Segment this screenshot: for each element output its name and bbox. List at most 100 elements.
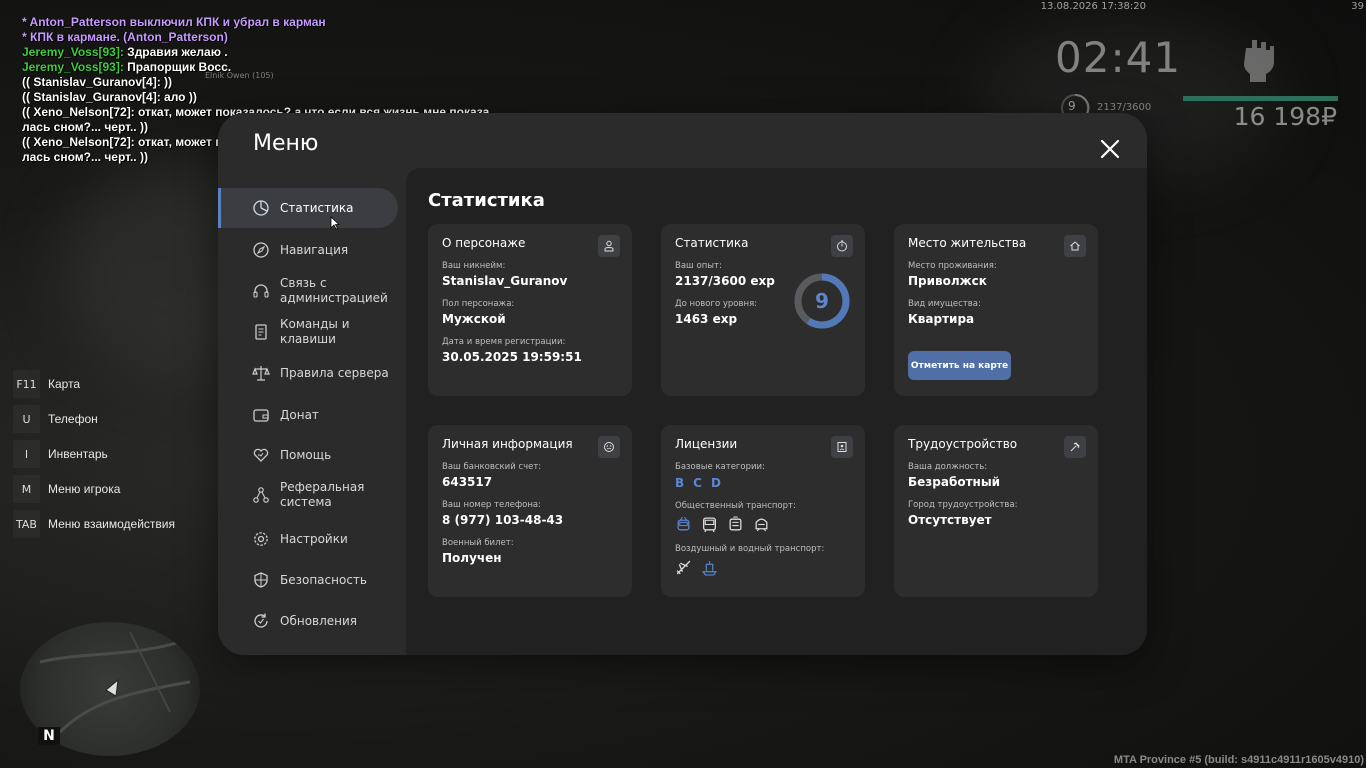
keybind-row: TAB Меню взаимодействия [13, 509, 175, 539]
sidebar-item-label: Донат [280, 407, 319, 422]
keybind-row: F11 Карта [13, 369, 175, 399]
close-icon[interactable] [1096, 135, 1124, 163]
card-licenses: Лицензии Базовые категории: BCD Обществе… [661, 425, 865, 597]
card-title: Лицензии [675, 437, 738, 451]
card-title: Личная информация [442, 437, 573, 451]
fist-icon [1244, 40, 1274, 82]
license-category: B [675, 476, 685, 490]
sidebar-item[interactable]: Связь с администрацией [218, 268, 398, 314]
sidebar-item[interactable]: Настройки [218, 520, 398, 558]
stopwatch-icon [831, 235, 853, 257]
hud-money: 16 198₽ [1233, 102, 1337, 131]
gear-icon [254, 532, 268, 546]
mark-on-map-button[interactable]: Отметить на карте [908, 351, 1011, 380]
nametag: Elnik Owen (105) [205, 71, 274, 80]
person-icon [598, 235, 620, 257]
field-label: Воздушный и водный транспорт: [675, 544, 825, 554]
refresh-icon [254, 613, 268, 628]
nickname-value: Stanislav_Guranov [442, 274, 568, 288]
sidebar-item[interactable]: Донат [218, 396, 398, 434]
sidebar-item[interactable]: Помощь [218, 436, 398, 474]
compass-icon [253, 242, 269, 258]
keybind-key: F11 [13, 370, 40, 398]
card-title: Место жительства [908, 236, 1027, 250]
compass-north-icon: N [38, 727, 60, 745]
house-icon [1064, 235, 1086, 257]
chat-line: Jeremy_Voss[93]: Здравия желаю . [22, 45, 228, 59]
page-title: Статистика [428, 190, 545, 211]
field-label: Ваш никнейм: [442, 261, 506, 271]
keybind-key: I [13, 440, 40, 468]
menu-sidebar: Статистика Навигация Связь с администрацией… [218, 168, 406, 655]
network-icon [253, 487, 269, 503]
headset-icon [253, 284, 269, 298]
hud-clock: 02:41 [1055, 33, 1182, 82]
menu-header: Меню [218, 113, 1147, 168]
hammer-icon [1064, 436, 1086, 458]
field-label: Ваш номер телефона: [442, 500, 541, 510]
license-category: D [710, 476, 721, 490]
keybind-key: TAB [13, 510, 40, 538]
sidebar-item-label: Обновления [280, 613, 358, 628]
trolleybus-icon [677, 516, 690, 531]
card-character: О персонаже Ваш никнейм: Stanislav_Guran… [428, 224, 632, 396]
plane-icon [676, 560, 691, 575]
property-value: Квартира [908, 312, 975, 326]
sidebar-item[interactable]: Правила сервера [218, 354, 398, 392]
sidebar-item-label: Помощь [280, 447, 332, 462]
sidebar-item[interactable]: Навигация [218, 231, 398, 269]
keybind-row: I Инвентарь [13, 439, 175, 469]
sidebar-item[interactable]: Статистика [218, 188, 398, 228]
keybind-label: Карта [48, 377, 81, 391]
bus-icon [703, 517, 716, 532]
card-title: Статистика [675, 236, 749, 250]
sidebar-item[interactable]: Команды и клавиши [218, 313, 398, 351]
sidebar-item-label: Реферальная система [280, 480, 365, 509]
tram-icon [729, 516, 742, 531]
mouse-cursor-icon [330, 216, 340, 230]
license-categories: BCD [675, 476, 851, 490]
air-water-transport-icons [675, 559, 851, 576]
keybind-hints: F11 Карта U Телефон I Инвентарь M Меню игрока TA… [13, 369, 175, 544]
sidebar-item[interactable]: Реферальная система [218, 472, 398, 518]
pie-chart-icon [253, 200, 269, 216]
sidebar-item[interactable]: Обновления [218, 602, 398, 640]
menu-title: Меню [253, 131, 319, 156]
sidebar-item-label: Связь с администрацией [280, 276, 388, 305]
face-icon [598, 436, 620, 458]
keybind-key: U [13, 405, 40, 433]
card-title: Трудоустройство [908, 437, 1018, 451]
boat-icon [702, 561, 717, 576]
document-icon [255, 324, 267, 340]
field-label: Город трудоустройства: [908, 500, 1018, 510]
registration-value: 30.05.2025 19:59:51 [442, 350, 582, 364]
employment-city-value: Отсутствует [908, 513, 992, 527]
hud-level: 9 [1068, 99, 1076, 113]
field-label: Ваш банковский счет: [442, 462, 542, 472]
content-panel: Статистика О персонаже Ваш никнейм: Stan… [406, 168, 1147, 655]
keybind-label: Телефон [48, 412, 98, 426]
shield-icon [254, 572, 268, 588]
player-menu: Меню Статистика Навигация Связь с администр… [218, 113, 1147, 655]
sidebar-item-label: Настройки [280, 531, 348, 546]
field-label: Ваш опыт: [675, 261, 722, 271]
military-value: Получен [442, 551, 502, 565]
keybind-label: Инвентарь [48, 447, 108, 461]
chat-line: * КПК в кармане. (Anton_Patterson) [22, 30, 228, 44]
chat-line: * Anton_Patterson выключил КПК и убрал в… [22, 15, 326, 29]
field-label: Общественный транспорт: [675, 501, 796, 511]
hud-fps: 39 [1351, 1, 1364, 12]
hud-exp: 2137/3600 [1097, 102, 1152, 113]
card-personal: Личная информация Ваш банковский счет: 6… [428, 425, 632, 597]
place-value: Приволжск [908, 274, 987, 288]
sidebar-item[interactable]: Безопасность [218, 561, 398, 599]
keybind-label: Меню взаимодействия [48, 517, 175, 531]
keybind-row: M Меню игрока [13, 474, 175, 504]
phone-value: 8 (977) 103-48-43 [442, 513, 564, 527]
card-employment: Трудоустройство Ваша должность: Безработ… [894, 425, 1098, 597]
keybind-label: Меню игрока [48, 482, 121, 496]
position-value: Безработный [908, 475, 1001, 489]
gender-value: Мужской [442, 312, 506, 326]
sidebar-item-label: Правила сервера [280, 365, 389, 380]
field-label: Ваша должность: [908, 462, 988, 472]
